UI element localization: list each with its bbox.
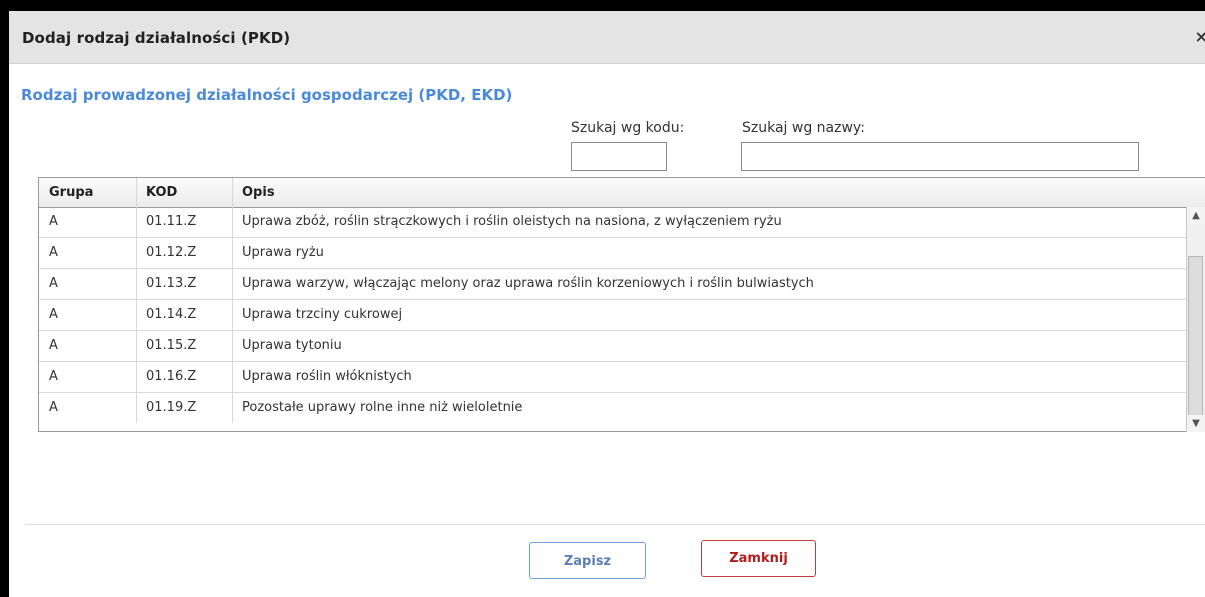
cell-kod: 01.13.Z: [146, 276, 197, 291]
cell-grupa: A: [49, 369, 58, 384]
cell-grupa: A: [49, 276, 58, 291]
table-row[interactable]: A 01.16.Z Uprawa roślin włóknistych: [39, 362, 1187, 393]
cell-kod: 01.12.Z: [146, 245, 197, 260]
scroll-thumb[interactable]: [1188, 256, 1203, 428]
cell-opis: Uprawa trzciny cukrowej: [242, 307, 403, 322]
table-header: Grupa KOD Opis: [39, 178, 1205, 208]
close-icon[interactable]: ×: [1195, 27, 1205, 46]
table-scrollbar[interactable]: ▲ ▼: [1186, 207, 1205, 432]
cell-grupa: A: [49, 400, 58, 415]
cell-grupa: A: [49, 338, 58, 353]
table-row[interactable]: A 01.13.Z Uprawa warzyw, włączając melon…: [39, 269, 1187, 300]
cell-kod: 01.16.Z: [146, 369, 197, 384]
scroll-up-icon[interactable]: ▲: [1187, 207, 1205, 224]
footer-divider: [25, 524, 1205, 525]
pkd-table: Grupa KOD Opis A 01.11.Z Uprawa zbóż, ro…: [38, 177, 1205, 432]
cell-opis: Uprawa tytoniu: [242, 338, 342, 353]
cell-opis: Pozostałe uprawy rolne inne niż wielolet…: [242, 400, 523, 415]
add-pkd-dialog: Dodaj rodzaj działalności (PKD) × Rodzaj…: [0, 0, 1205, 597]
cell-kod: 01.19.Z: [146, 400, 197, 415]
cell-kod: 01.11.Z: [146, 214, 197, 229]
section-title: Rodzaj prowadzonej działalności gospodar…: [21, 86, 513, 104]
search-name-label: Szukaj wg nazwy:: [742, 120, 865, 136]
header-kod[interactable]: KOD: [136, 178, 232, 207]
cell-kod: 01.14.Z: [146, 307, 197, 322]
scroll-down-icon[interactable]: ▼: [1187, 415, 1205, 432]
cell-opis: Uprawa roślin włóknistych: [242, 369, 412, 384]
dialog-titlebar: Dodaj rodzaj działalności (PKD) ×: [9, 11, 1205, 64]
search-code-input[interactable]: [571, 142, 667, 171]
cell-grupa: A: [49, 245, 58, 260]
search-name-input[interactable]: [741, 142, 1139, 171]
save-button[interactable]: Zapisz: [529, 542, 646, 579]
table-row[interactable]: A 01.11.Z Uprawa zbóż, roślin strączkowy…: [39, 207, 1187, 238]
cell-kod: 01.15.Z: [146, 338, 197, 353]
cell-opis: Uprawa warzyw, włączając melony oraz upr…: [242, 276, 814, 291]
cell-opis: Uprawa zbóż, roślin strączkowych i rośli…: [242, 214, 782, 229]
close-button[interactable]: Zamknij: [701, 540, 816, 577]
table-row[interactable]: A 01.14.Z Uprawa trzciny cukrowej: [39, 300, 1187, 331]
dialog-title: Dodaj rodzaj działalności (PKD): [22, 29, 291, 47]
header-grupa[interactable]: Grupa: [39, 178, 136, 207]
cell-grupa: A: [49, 307, 58, 322]
cell-opis: Uprawa ryżu: [242, 245, 324, 260]
search-code-label: Szukaj wg kodu:: [571, 120, 685, 136]
table-row[interactable]: A 01.15.Z Uprawa tytoniu: [39, 331, 1187, 362]
header-opis[interactable]: Opis: [232, 178, 1187, 207]
cell-grupa: A: [49, 214, 58, 229]
table-row[interactable]: A 01.19.Z Pozostałe uprawy rolne inne ni…: [39, 393, 1187, 423]
table-row[interactable]: A 01.12.Z Uprawa ryżu: [39, 238, 1187, 269]
